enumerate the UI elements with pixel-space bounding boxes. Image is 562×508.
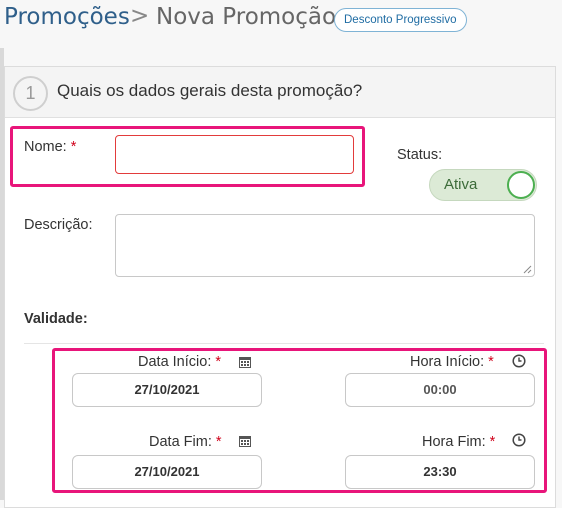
hora-inicio-label: Hora Início: * [410, 354, 494, 370]
resize-grip-icon[interactable] [523, 265, 532, 274]
hora-fim-label: Hora Fim: * [422, 434, 496, 450]
breadcrumb-promocoes-link[interactable]: Promoções [4, 4, 130, 30]
promotion-type-badge: Desconto Progressivo [334, 8, 467, 32]
status-label: Status: [397, 147, 443, 163]
general-data-panel: 1 Quais os dados gerais desta promoção? … [4, 66, 556, 508]
step-title: Quais os dados gerais desta promoção? [57, 81, 363, 100]
nome-label: Nome: * [24, 139, 77, 155]
status-toggle[interactable]: Ativa [429, 169, 537, 201]
breadcrumb-separator: > [130, 3, 150, 29]
hora-fim-input[interactable]: 23:30 [345, 455, 535, 489]
page-title: Nova Promoção [156, 4, 337, 30]
data-inicio-input[interactable]: 27/10/2021 [72, 373, 262, 407]
section-divider [24, 343, 544, 344]
nome-required-mark: * [70, 139, 77, 155]
clock-icon[interactable] [512, 354, 526, 368]
step-number: 1 [13, 76, 48, 111]
data-fim-input[interactable]: 27/10/2021 [72, 455, 262, 489]
hora-inicio-input[interactable]: 00:00 [345, 373, 535, 407]
nome-input[interactable] [115, 135, 354, 174]
status-toggle-label: Ativa [444, 176, 478, 193]
page-header: Promoções > Nova Promoção Desconto Progr… [0, 0, 562, 40]
toggle-knob [507, 171, 535, 199]
calendar-icon[interactable] [238, 434, 252, 448]
data-inicio-label: Data Início: * [138, 354, 221, 370]
panel-header: 1 Quais os dados gerais desta promoção? [5, 67, 555, 118]
descricao-label: Descrição: [24, 217, 93, 233]
validade-heading: Validade: [24, 311, 88, 327]
descricao-textarea[interactable] [115, 214, 535, 277]
calendar-icon[interactable] [238, 355, 252, 369]
data-fim-label: Data Fim: * [149, 434, 222, 450]
clock-icon[interactable] [512, 433, 526, 447]
